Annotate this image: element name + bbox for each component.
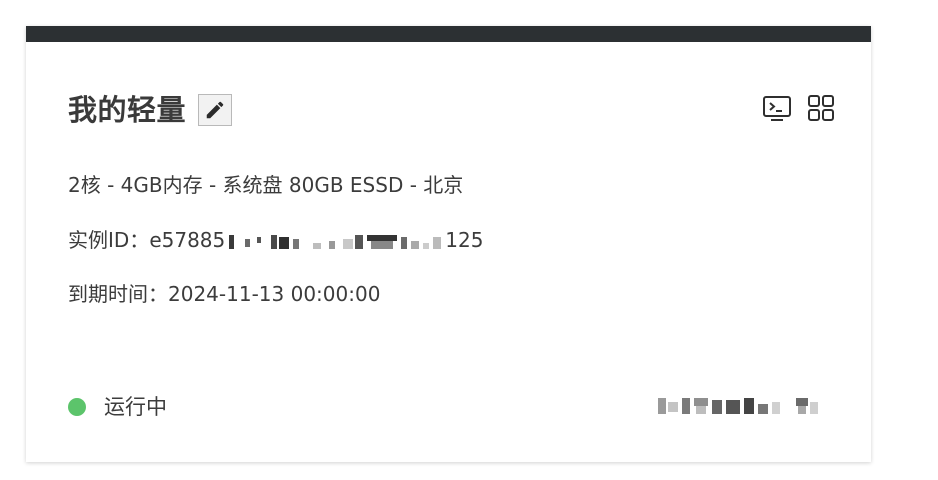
card-top-bar: [26, 26, 871, 42]
terminal-icon: [763, 96, 791, 121]
instance-id-label: 实例ID：: [68, 228, 150, 252]
edit-name-button[interactable]: [198, 94, 233, 126]
app-menu-button[interactable]: [805, 92, 837, 124]
instance-status: 运行中: [68, 394, 167, 420]
instance-id-prefix: e57885: [149, 228, 226, 252]
remote-terminal-button[interactable]: [761, 92, 793, 124]
instance-card: 我的轻量 2核 - 4GB内存 - 系统盘 80GB ESSD - 北京 实例I…: [26, 26, 871, 462]
redacted-id-mosaic: [229, 234, 442, 249]
title-row: 我的轻量: [68, 92, 233, 128]
instance-id-row: 实例ID：e57885 125: [68, 227, 483, 253]
instance-id-suffix: 125: [445, 228, 484, 252]
grid-icon: [808, 95, 834, 121]
status-text: 运行中: [104, 395, 167, 419]
expire-value: 2024-11-13 00:00:00: [168, 282, 381, 306]
status-running-dot: [68, 398, 86, 416]
card-actions: [749, 92, 837, 124]
expire-label: 到期时间：: [68, 282, 168, 306]
instance-spec: 2核 - 4GB内存 - 系统盘 80GB ESSD - 北京: [68, 173, 464, 197]
card-title: 我的轻量: [68, 93, 187, 127]
pencil-icon: [206, 101, 224, 119]
expire-row: 到期时间：2024-11-13 00:00:00: [68, 281, 380, 307]
redacted-ip-mosaic: [658, 398, 818, 414]
